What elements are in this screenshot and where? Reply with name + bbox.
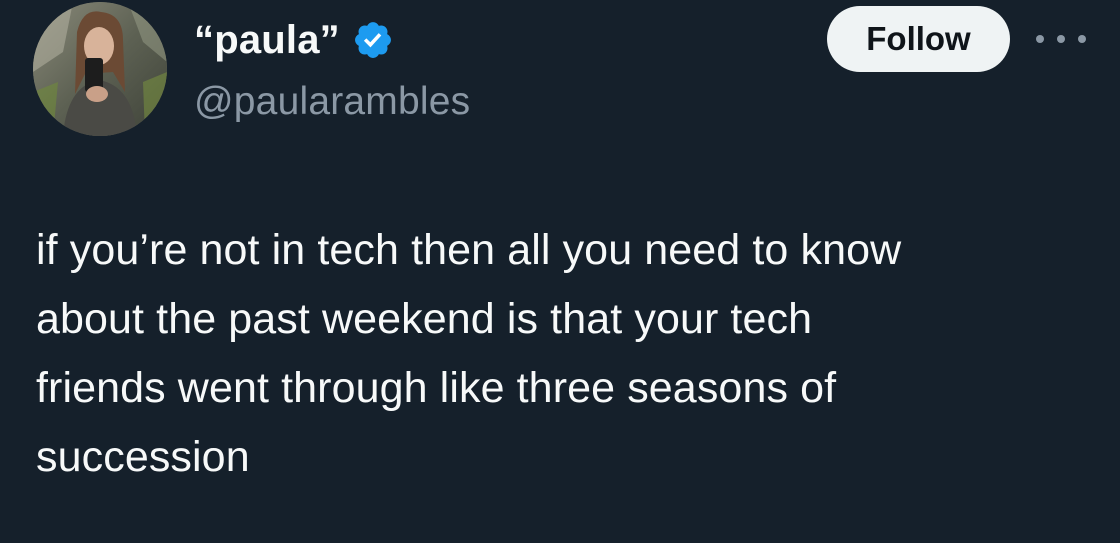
tweet-text-line: succession xyxy=(36,433,250,481)
more-dot xyxy=(1057,35,1065,43)
tweet-text-line: if you’re not in tech then all you need … xyxy=(36,226,902,274)
more-dot xyxy=(1078,35,1086,43)
verified-badge-icon xyxy=(352,19,394,61)
display-name[interactable]: “paula” xyxy=(194,18,340,63)
user-handle[interactable]: @paularambles xyxy=(194,80,470,124)
tweet-text: if you’re not in tech then all you need … xyxy=(36,216,1096,492)
avatar-photo xyxy=(33,2,167,136)
name-row: “paula” xyxy=(194,14,470,66)
more-horizontal-icon[interactable] xyxy=(1036,28,1086,50)
tweet-text-line: friends went through like three seasons … xyxy=(36,364,837,412)
avatar[interactable] xyxy=(33,2,167,136)
tweet-card: “paula” @paularambles Follow if you’re n… xyxy=(0,0,1120,543)
more-dot xyxy=(1036,35,1044,43)
tweet-text-line: about the past weekend is that your tech xyxy=(36,295,813,343)
follow-button[interactable]: Follow xyxy=(827,6,1010,72)
author-info: “paula” @paularambles xyxy=(194,14,470,124)
